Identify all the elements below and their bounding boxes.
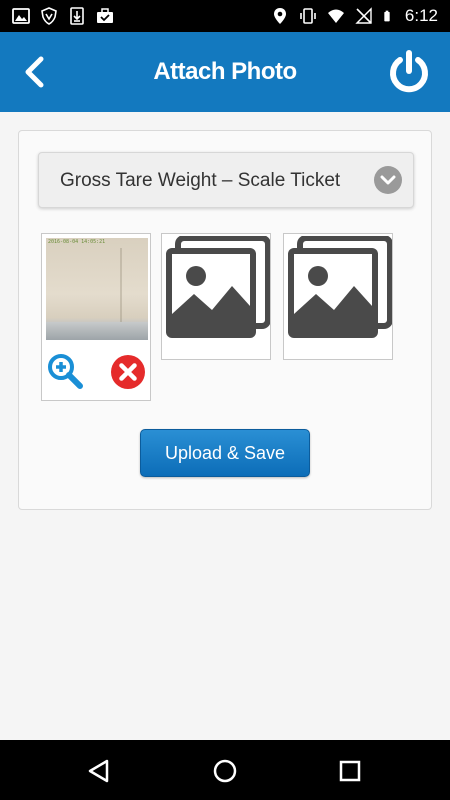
captured-photo[interactable]: 2016-08-04 14:05:21 [46, 238, 148, 340]
location-icon [273, 8, 286, 24]
chevron-down-icon [374, 166, 402, 194]
battery-icon [384, 10, 390, 22]
remove-photo-icon[interactable] [110, 354, 146, 390]
logout-button[interactable] [386, 49, 432, 95]
photo-slot-2[interactable] [161, 233, 271, 360]
document-type-dropdown[interactable]: Gross Tare Weight – Scale Ticket [38, 152, 414, 208]
image-placeholder-icon [288, 236, 392, 338]
photo-slot-3[interactable] [283, 233, 393, 360]
system-nav-bar [0, 740, 450, 800]
app-bar: Attach Photo [0, 32, 450, 112]
vibrate-icon [300, 8, 316, 24]
briefcase-check-icon [97, 8, 113, 23]
zoom-in-icon[interactable] [46, 352, 84, 390]
page-title: Attach Photo [153, 58, 297, 85]
photo-slot-1: 2016-08-04 14:05:21 [41, 233, 151, 401]
back-triangle-icon[interactable] [84, 756, 114, 786]
home-circle-icon[interactable] [210, 756, 240, 786]
no-signal-icon [355, 7, 372, 24]
wifi-icon [327, 9, 344, 23]
clock: 6:12 [404, 6, 438, 25]
attach-photo-card: Gross Tare Weight – Scale Ticket 2016-08… [18, 130, 432, 510]
image-icon [12, 8, 30, 24]
recents-square-icon[interactable] [335, 756, 365, 786]
image-placeholder-icon [166, 236, 270, 338]
photo-timestamp: 2016-08-04 14:05:21 [48, 239, 106, 245]
power-icon [390, 50, 428, 93]
status-bar: 6:12 [0, 0, 450, 32]
upload-save-button[interactable]: Upload & Save [140, 429, 310, 477]
vpn-shield-icon [41, 7, 57, 25]
document-type-value: Gross Tare Weight – Scale Ticket [60, 170, 341, 191]
download-icon [70, 7, 84, 25]
